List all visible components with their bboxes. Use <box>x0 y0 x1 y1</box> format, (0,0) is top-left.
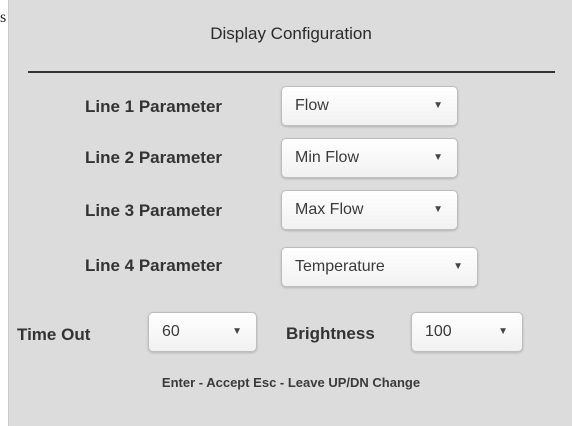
time-out-label: Time Out <box>17 325 91 344</box>
brightness-label: Brightness <box>286 324 375 343</box>
line-3-parameter-value: Max Flow <box>295 201 364 218</box>
line-1-parameter-label: Line 1 Parameter <box>85 97 223 116</box>
title-divider <box>28 71 555 73</box>
chevron-down-icon: ▼ <box>498 326 508 337</box>
line-3-parameter-label: Line 3 Parameter <box>85 201 223 220</box>
line-1-parameter-value: Flow <box>295 97 329 114</box>
brightness-value: 100 <box>425 323 452 340</box>
chevron-down-icon: ▼ <box>453 261 463 272</box>
chevron-down-icon: ▼ <box>433 204 443 215</box>
key-hint-text: Enter - Accept Esc - Leave UP/DN Change <box>161 375 421 390</box>
line-3-parameter-select[interactable]: Max Flow ▼ <box>281 190 458 230</box>
time-out-value: 60 <box>162 323 180 340</box>
line-2-parameter-value: Min Flow <box>295 149 360 166</box>
line-4-parameter-label: Line 4 Parameter <box>85 256 223 275</box>
line-1-parameter-select[interactable]: Flow ▼ <box>281 86 458 126</box>
line-4-parameter-value: Temperature <box>295 258 385 275</box>
chevron-down-icon: ▼ <box>433 100 443 111</box>
panel-title: Display Configuration <box>210 24 372 43</box>
clipped-text-fragment: s <box>0 9 7 26</box>
line-2-parameter-label: Line 2 Parameter <box>85 148 223 167</box>
display-configuration-panel: Display Configuration Line 1 Parameter F… <box>8 0 572 426</box>
line-2-parameter-select[interactable]: Min Flow ▼ <box>281 138 458 178</box>
chevron-down-icon: ▼ <box>433 152 443 163</box>
line-4-parameter-select[interactable]: Temperature ▼ <box>281 247 478 287</box>
brightness-select[interactable]: 100 ▼ <box>411 312 523 352</box>
time-out-select[interactable]: 60 ▼ <box>148 312 257 352</box>
chevron-down-icon: ▼ <box>232 326 242 337</box>
